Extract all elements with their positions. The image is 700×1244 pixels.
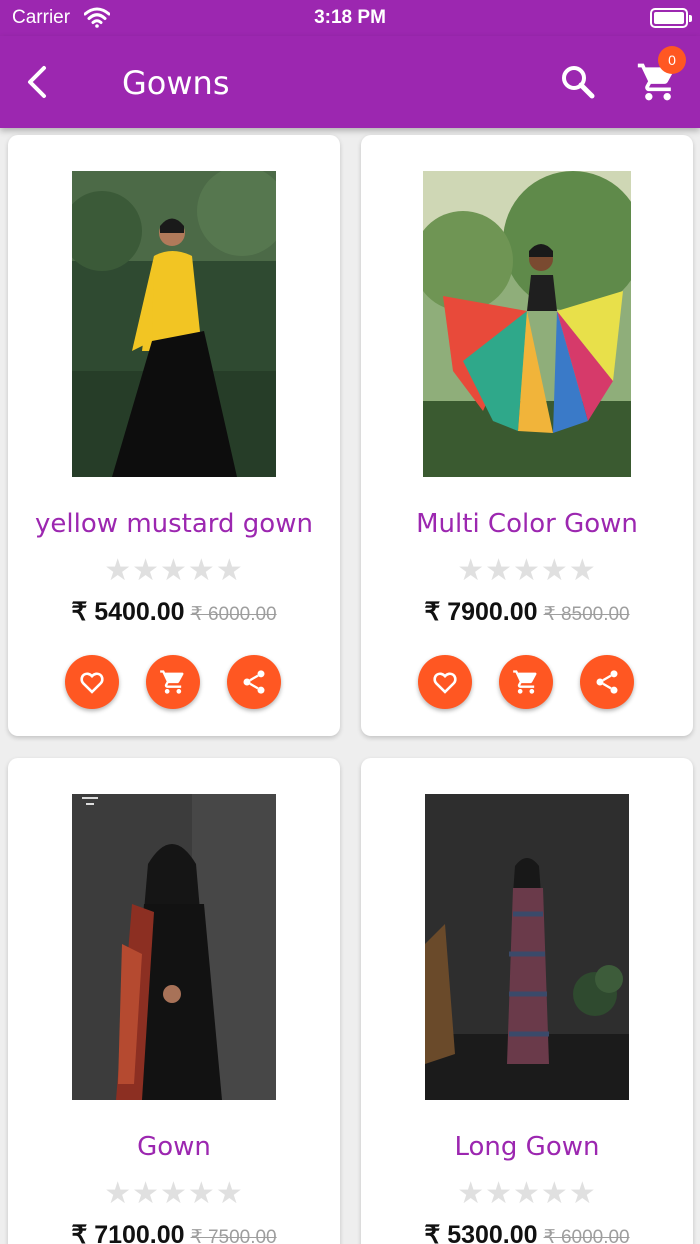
product-image[interactable] xyxy=(72,794,276,1100)
product-price: ₹ 5300.00 xyxy=(424,1221,538,1244)
rating-stars[interactable]: ★★★★★ xyxy=(8,1176,340,1211)
product-name[interactable]: Multi Color Gown xyxy=(361,509,693,539)
product-price: ₹ 7100.00 xyxy=(71,1221,185,1244)
product-image[interactable] xyxy=(72,171,276,477)
price-row: ₹ 5400.00 ₹ 6000.00 xyxy=(8,597,340,627)
original-price: ₹ 6000.00 xyxy=(543,1227,630,1244)
share-icon xyxy=(243,670,265,694)
share-button[interactable] xyxy=(227,655,281,709)
page-title: Gowns xyxy=(122,64,230,102)
product-price: ₹ 5400.00 xyxy=(71,598,185,626)
share-icon xyxy=(596,670,618,694)
product-name[interactable]: yellow mustard gown xyxy=(8,509,340,539)
price-row: ₹ 5300.00 ₹ 6000.00 xyxy=(361,1220,693,1244)
status-time: 3:18 PM xyxy=(314,7,386,28)
rating-stars[interactable]: ★★★★★ xyxy=(361,553,693,588)
app-bar: Gowns 0 xyxy=(0,36,700,128)
heart-icon xyxy=(433,672,457,694)
original-price: ₹ 8500.00 xyxy=(543,604,630,625)
add-to-cart-button[interactable] xyxy=(146,655,200,709)
product-image[interactable] xyxy=(425,794,629,1100)
product-name[interactable]: Long Gown xyxy=(361,1132,693,1162)
add-to-cart-icon xyxy=(513,670,537,694)
cart-count-badge: 0 xyxy=(658,46,686,74)
original-price: ₹ 7500.00 xyxy=(190,1227,277,1244)
product-card[interactable]: yellow mustard gown ★★★★★ ₹ 5400.00 ₹ 600… xyxy=(8,135,340,736)
rating-stars[interactable]: ★★★★★ xyxy=(8,553,340,588)
product-price: ₹ 7900.00 xyxy=(424,598,538,626)
battery-icon xyxy=(650,8,692,28)
product-card[interactable]: Long Gown ★★★★★ ₹ 5300.00 ₹ 6000.00 xyxy=(361,758,693,1244)
price-row: ₹ 7100.00 ₹ 7500.00 xyxy=(8,1220,340,1244)
back-arrow-icon[interactable] xyxy=(20,60,56,104)
add-to-cart-icon xyxy=(160,670,184,694)
share-button[interactable] xyxy=(580,655,634,709)
original-price: ₹ 6000.00 xyxy=(190,604,277,625)
add-to-cart-button[interactable] xyxy=(499,655,553,709)
price-row: ₹ 7900.00 ₹ 8500.00 xyxy=(361,597,693,627)
product-card[interactable]: Gown ★★★★★ ₹ 7100.00 ₹ 7500.00 xyxy=(8,758,340,1244)
status-bar: Carrier 3:18 PM xyxy=(0,0,700,36)
wishlist-button[interactable] xyxy=(65,655,119,709)
rating-stars[interactable]: ★★★★★ xyxy=(361,1176,693,1211)
product-image[interactable] xyxy=(423,171,631,477)
search-icon[interactable] xyxy=(558,62,598,102)
heart-icon xyxy=(80,672,104,694)
wishlist-button[interactable] xyxy=(418,655,472,709)
product-name[interactable]: Gown xyxy=(8,1132,340,1162)
product-card[interactable]: Multi Color Gown ★★★★★ ₹ 7900.00 ₹ 8500.0… xyxy=(361,135,693,736)
